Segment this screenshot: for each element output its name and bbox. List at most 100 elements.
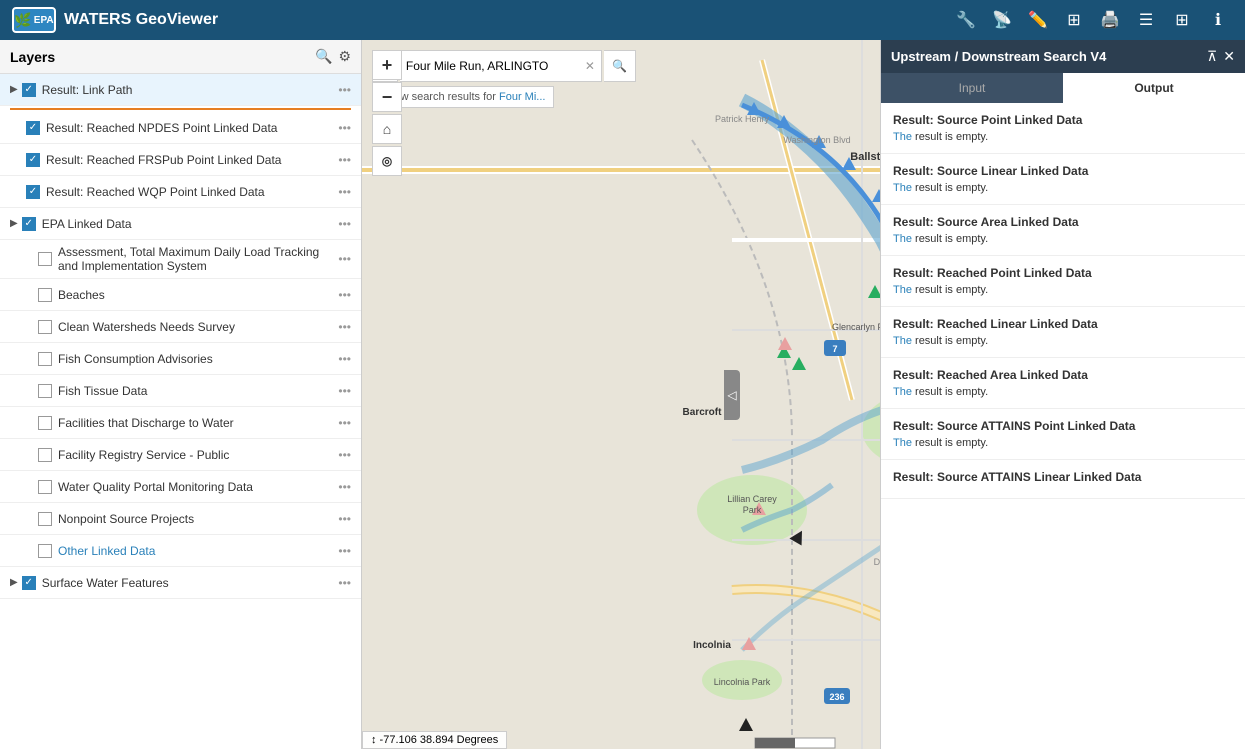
layer-checkbox-epa[interactable]: ✓ (22, 217, 36, 231)
layer-checkbox-facilities[interactable] (38, 416, 52, 430)
locate-button[interactable]: ◎ (372, 146, 402, 176)
layer-item-surface-water[interactable]: ▶ ✓ Surface Water Features ••• (0, 567, 361, 599)
more-options-wqp[interactable]: ••• (338, 185, 351, 199)
expand-arrow-surface[interactable]: ▶ (10, 577, 18, 588)
expand-arrow-epa[interactable]: ▶ (10, 218, 18, 229)
search-hint-link[interactable]: Four Mi... (499, 91, 545, 103)
layer-item-fish-advisory[interactable]: Fish Consumption Advisories ••• (0, 343, 361, 375)
layer-name-other: Other Linked Data (58, 544, 338, 558)
map-container[interactable]: 7 236 (362, 40, 880, 749)
layer-name-surface-water: Surface Water Features (42, 576, 339, 590)
sidebar-collapse-button[interactable]: ◁ (724, 370, 740, 420)
layer-checkbox-surface-water[interactable]: ✓ (22, 576, 36, 590)
result-reached-area-msg: The result is empty. (893, 386, 1233, 398)
svg-text:Park: Park (743, 505, 762, 515)
result-source-attains-linear: Result: Source ATTAINS Linear Linked Dat… (881, 460, 1245, 499)
layer-checkbox-fish-tissue[interactable] (38, 384, 52, 398)
layer-checkbox-frs[interactable] (38, 448, 52, 462)
more-options-cwns[interactable]: ••• (338, 320, 351, 334)
search-button[interactable]: 🔍 (604, 50, 636, 82)
more-options-epa[interactable]: ••• (338, 217, 351, 231)
layer-checkbox-frspub[interactable]: ✓ (26, 153, 40, 167)
layer-item-fish-tissue[interactable]: Fish Tissue Data ••• (0, 375, 361, 407)
right-panel-header: Upstream / Downstream Search V4 ⊼ ✕ (881, 40, 1245, 73)
layer-name-frs: Facility Registry Service - Public (58, 448, 338, 462)
table-icon[interactable]: ⊞ (1059, 5, 1089, 35)
svg-text:Lincolnia Park: Lincolnia Park (714, 677, 771, 687)
layer-item-wqp[interactable]: ✓ Result: Reached WQP Point Linked Data … (0, 176, 361, 208)
more-options-wqp2[interactable]: ••• (338, 480, 351, 494)
search-bar: ▼ ✕ 🔍 (372, 50, 636, 82)
close-icon[interactable]: ✕ (1223, 48, 1235, 65)
layer-checkbox-wqp2[interactable] (38, 480, 52, 494)
result-source-area: Result: Source Area Linked Data The resu… (881, 205, 1245, 256)
layer-item-attains[interactable]: Assessment, Total Maximum Daily Load Tra… (0, 240, 361, 279)
filter-icon[interactable]: ⚙ (338, 48, 351, 65)
layer-checkbox-nonpoint[interactable] (38, 512, 52, 526)
result-reached-point-msg: The result is empty. (893, 284, 1233, 296)
list-icon[interactable]: ☰ (1131, 5, 1161, 35)
layer-name-fish-tissue: Fish Tissue Data (58, 384, 338, 398)
layer-name-link-path: Result: Link Path (42, 83, 339, 97)
more-options-beaches[interactable]: ••• (338, 288, 351, 302)
more-options-frspub[interactable]: ••• (338, 153, 351, 167)
result-reached-linear-msg: The result is empty. (893, 335, 1233, 347)
layer-item-link-path[interactable]: ▶ ✓ Result: Link Path ••• (0, 74, 361, 106)
layer-item-wqp2[interactable]: Water Quality Portal Monitoring Data ••• (0, 471, 361, 503)
layer-checkbox-npdes[interactable]: ✓ (26, 121, 40, 135)
more-options-attains[interactable]: ••• (338, 252, 351, 266)
layer-group-epa[interactable]: ▶ ✓ EPA Linked Data ••• (0, 208, 361, 240)
svg-text:Washington Blvd: Washington Blvd (783, 135, 850, 145)
grid-icon[interactable]: ⊞ (1167, 5, 1197, 35)
app-header: 🌿 EPA WATERS GeoViewer 🔧 📡 ✏️ ⊞ 🖨️ ☰ ⊞ ℹ (0, 0, 1245, 40)
result-reached-linear: Result: Reached Linear Linked Data The r… (881, 307, 1245, 358)
result-reached-linear-title: Result: Reached Linear Linked Data (893, 317, 1233, 331)
layer-item-npdes[interactable]: ✓ Result: Reached NPDES Point Linked Dat… (0, 112, 361, 144)
zoom-out-button[interactable]: − (372, 82, 402, 112)
layer-checkbox-link-path[interactable]: ✓ (22, 83, 36, 97)
layers-header: Layers 🔍 ⚙ (0, 40, 361, 74)
layer-checkbox-other[interactable] (38, 544, 52, 558)
search-input[interactable] (406, 59, 581, 73)
expand-arrow[interactable]: ▶ (10, 84, 18, 95)
layer-item-cwns[interactable]: Clean Watersheds Needs Survey ••• (0, 311, 361, 343)
layers-title: Layers (10, 49, 315, 65)
print-icon[interactable]: 🖨️ (1095, 5, 1125, 35)
tab-input[interactable]: Input (881, 73, 1063, 103)
layer-item-nonpoint[interactable]: Nonpoint Source Projects ••• (0, 503, 361, 535)
wrench-icon[interactable]: 🔧 (951, 5, 981, 35)
layer-checkbox-attains[interactable] (38, 252, 52, 266)
layer-item-frs[interactable]: Facility Registry Service - Public ••• (0, 439, 361, 471)
more-options-npdes[interactable]: ••• (338, 121, 351, 135)
svg-text:Incolnia: Incolnia (693, 640, 731, 651)
more-options-surface-water[interactable]: ••• (338, 576, 351, 590)
info-icon[interactable]: ℹ (1203, 5, 1233, 35)
more-options-fish-tissue[interactable]: ••• (338, 384, 351, 398)
layer-item-other[interactable]: Other Linked Data ••• (0, 535, 361, 567)
home-button[interactable]: ⌂ (372, 114, 402, 144)
tab-output[interactable]: Output (1063, 73, 1245, 103)
layer-item-beaches[interactable]: Beaches ••• (0, 279, 361, 311)
right-panel-title: Upstream / Downstream Search V4 (891, 49, 1207, 64)
layer-item-facilities[interactable]: Facilities that Discharge to Water ••• (0, 407, 361, 439)
layer-item-frspub[interactable]: ✓ Result: Reached FRSPub Point Linked Da… (0, 144, 361, 176)
layer-checkbox-wqp[interactable]: ✓ (26, 185, 40, 199)
zoom-in-button[interactable]: + (372, 50, 402, 80)
more-options-link-path[interactable]: ••• (338, 83, 351, 97)
layer-checkbox-fish-advisory[interactable] (38, 352, 52, 366)
more-options-other[interactable]: ••• (338, 544, 351, 558)
layer-checkbox-cwns[interactable] (38, 320, 52, 334)
minimize-icon[interactable]: ⊼ (1207, 48, 1217, 65)
sidebar-controls: 🔍 ⚙ (315, 48, 351, 65)
right-panel-controls: ⊼ ✕ (1207, 48, 1235, 65)
signal-icon[interactable]: 📡 (987, 5, 1017, 35)
pencil-icon[interactable]: ✏️ (1023, 5, 1053, 35)
more-options-facilities[interactable]: ••• (338, 416, 351, 430)
search-clear-button[interactable]: ✕ (585, 59, 595, 73)
result-reached-point-title: Result: Reached Point Linked Data (893, 266, 1233, 280)
more-options-nonpoint[interactable]: ••• (338, 512, 351, 526)
search-icon[interactable]: 🔍 (315, 48, 332, 65)
more-options-frs[interactable]: ••• (338, 448, 351, 462)
layer-checkbox-beaches[interactable] (38, 288, 52, 302)
more-options-fish-advisory[interactable]: ••• (338, 352, 351, 366)
